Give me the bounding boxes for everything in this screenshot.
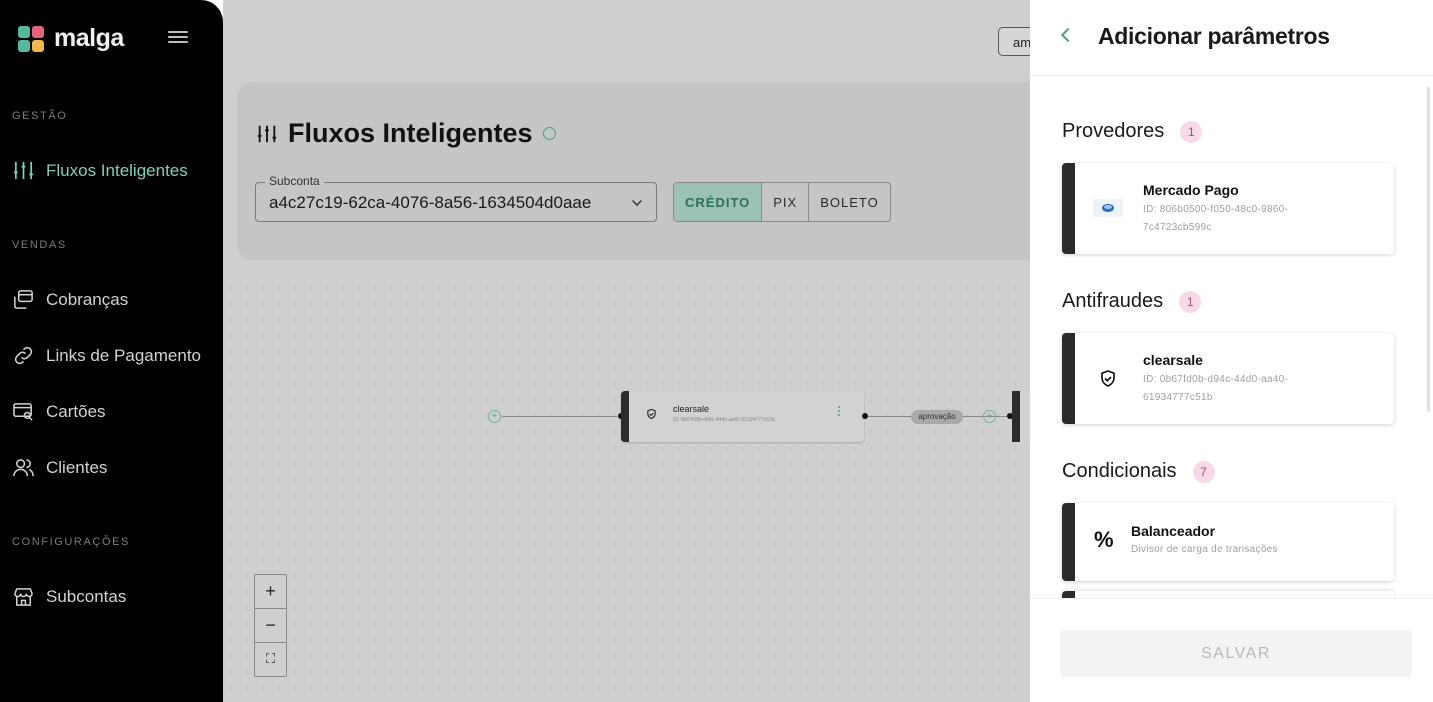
section-title: Condicionais <box>1062 460 1177 482</box>
count-badge: 1 <box>1179 290 1202 313</box>
shield-icon <box>647 408 656 420</box>
sidebar-item-links[interactable]: Links de Pagamento <box>12 344 201 367</box>
item-description: Divisor de carga de transações <box>1131 544 1278 555</box>
edge-line <box>502 416 617 417</box>
method-credito-button[interactable]: CRÉDITO <box>674 183 763 221</box>
kebab-menu-icon[interactable] <box>838 406 841 418</box>
antifraud-card-clearsale[interactable]: clearsale ID: 0b67fd0b-d94c-44d0-aa40-61… <box>1062 333 1394 424</box>
sidebar-item-fluxos[interactable]: Fluxos Inteligentes <box>12 159 188 182</box>
flow-node-partial[interactable] <box>1012 391 1030 442</box>
item-name: Mercado Pago <box>1143 182 1239 198</box>
chevron-left-icon[interactable] <box>1060 27 1076 43</box>
sidebar-item-cartoes[interactable]: Cartões <box>12 400 106 423</box>
sidebar-item-subcontas[interactable]: Subcontas <box>12 585 126 608</box>
section-condicionais: Condicionais 7 <box>1062 460 1215 483</box>
mercado-pago-icon <box>1093 199 1123 217</box>
page-title-text: Fluxos Inteligentes <box>288 118 533 148</box>
edge-label: aprovação <box>911 410 963 424</box>
section-title: Provedores <box>1062 120 1165 142</box>
malga-logo-icon <box>18 25 46 53</box>
method-boleto-button[interactable]: BOLETO <box>809 183 890 221</box>
subconta-label: Subconta <box>265 174 324 188</box>
count-badge: 7 <box>1192 460 1215 483</box>
logo[interactable]: malga <box>18 24 124 53</box>
panel-header: Adicionar parâmetros <box>1030 0 1433 76</box>
store-icon <box>14 588 33 606</box>
provider-card-mercado-pago[interactable]: Mercado Pago ID: 806b0500-f050-48c0-9860… <box>1062 163 1394 254</box>
node-id: ID: 0b67fd0b-d94c-44d0-aa40-61934777c51b <box>673 417 775 423</box>
charges-icon <box>14 290 33 309</box>
sidebar: malga GESTÃO Fluxos Inteligentes VENDAS … <box>0 0 223 702</box>
count-badge: 1 <box>1180 120 1203 143</box>
save-button[interactable]: SALVAR <box>1060 630 1412 677</box>
item-name: Balanceador <box>1131 523 1216 539</box>
section-label-gestao: GESTÃO <box>12 110 68 122</box>
conditional-card-balanceador[interactable]: % Balanceador Divisor de carga de transa… <box>1062 503 1394 581</box>
section-provedores: Provedores 1 <box>1062 120 1203 143</box>
info-icon[interactable] <box>542 127 556 140</box>
conditional-card-partial[interactable] <box>1062 591 1394 598</box>
top-chip[interactable]: am <box>998 27 1030 56</box>
sidebar-item-label: Cobranças <box>46 289 129 309</box>
sliders-icon <box>13 161 34 180</box>
node-name: clearsale <box>673 404 710 414</box>
section-title: Antifraudes <box>1062 290 1164 312</box>
chevron-down-icon <box>632 196 642 206</box>
menu-toggle-icon[interactable] <box>168 31 188 47</box>
method-pix-button[interactable]: PIX <box>762 183 810 221</box>
sidebar-item-label: Subcontas <box>46 586 127 606</box>
item-name: clearsale <box>1143 352 1203 368</box>
zoom-out-button[interactable]: − <box>255 609 286 643</box>
sidebar-item-label: Clientes <box>46 457 108 477</box>
sidebar-item-label: Fluxos Inteligentes <box>46 160 188 180</box>
panel-title: Adicionar parâmetros <box>1098 23 1330 49</box>
main-content: am Fluxos Inteligentes Subconta a4c27c19… <box>223 0 1030 702</box>
sliders-icon <box>257 125 277 142</box>
sidebar-item-label: Links de Pagamento <box>46 345 201 365</box>
section-label-vendas: VENDAS <box>12 239 67 251</box>
flow-node-clearsale[interactable]: clearsale ID: 0b67fd0b-d94c-44d0-aa40-61… <box>621 391 864 442</box>
header-card <box>237 82 1030 260</box>
zoom-controls: + − ⛶ <box>254 574 287 677</box>
page-title: Fluxos Inteligentes <box>256 118 556 149</box>
add-node-icon[interactable]: + <box>488 410 501 423</box>
item-id: ID: 806b0500-f050-48c0-9860-7c4723cb599c <box>1143 204 1289 233</box>
panel-body: Provedores 1 Mercado Pago ID: 806b0500-f… <box>1030 77 1430 598</box>
panel-footer: SALVAR <box>1030 598 1433 702</box>
users-icon <box>13 459 34 477</box>
logo-text: malga <box>54 24 124 52</box>
subconta-value: a4c27c19-62ca-4076-8a56-1634504d0aae <box>269 193 592 212</box>
sidebar-item-cobrancas[interactable]: Cobranças <box>12 288 128 311</box>
percent-icon: % <box>1094 527 1114 552</box>
zoom-in-button[interactable]: + <box>255 575 286 609</box>
shield-icon <box>1101 370 1115 387</box>
card-search-icon <box>13 403 33 421</box>
section-label-configuracoes: CONFIGURAÇÕES <box>12 536 130 548</box>
payment-method-toggle: CRÉDITO PIX BOLETO <box>673 182 891 222</box>
add-node-icon[interactable]: + <box>983 410 996 423</box>
subconta-select[interactable]: Subconta a4c27c19-62ca-4076-8a56-1634504… <box>255 174 657 222</box>
sidebar-item-label: Cartões <box>46 401 106 421</box>
panel-scrollbar[interactable] <box>1427 87 1430 412</box>
sidebar-item-clientes[interactable]: Clientes <box>12 456 107 479</box>
item-id: ID: 0b67fd0b-d94c-44d0-aa40-61934777c51b <box>1143 374 1289 403</box>
section-antifraudes: Antifraudes 1 <box>1062 290 1202 313</box>
add-parameters-panel: Adicionar parâmetros Provedores 1 Mercad… <box>1030 0 1433 702</box>
fit-view-button[interactable]: ⛶ <box>255 643 286 677</box>
link-icon <box>14 346 33 365</box>
flow-canvas[interactable] <box>223 280 1030 702</box>
